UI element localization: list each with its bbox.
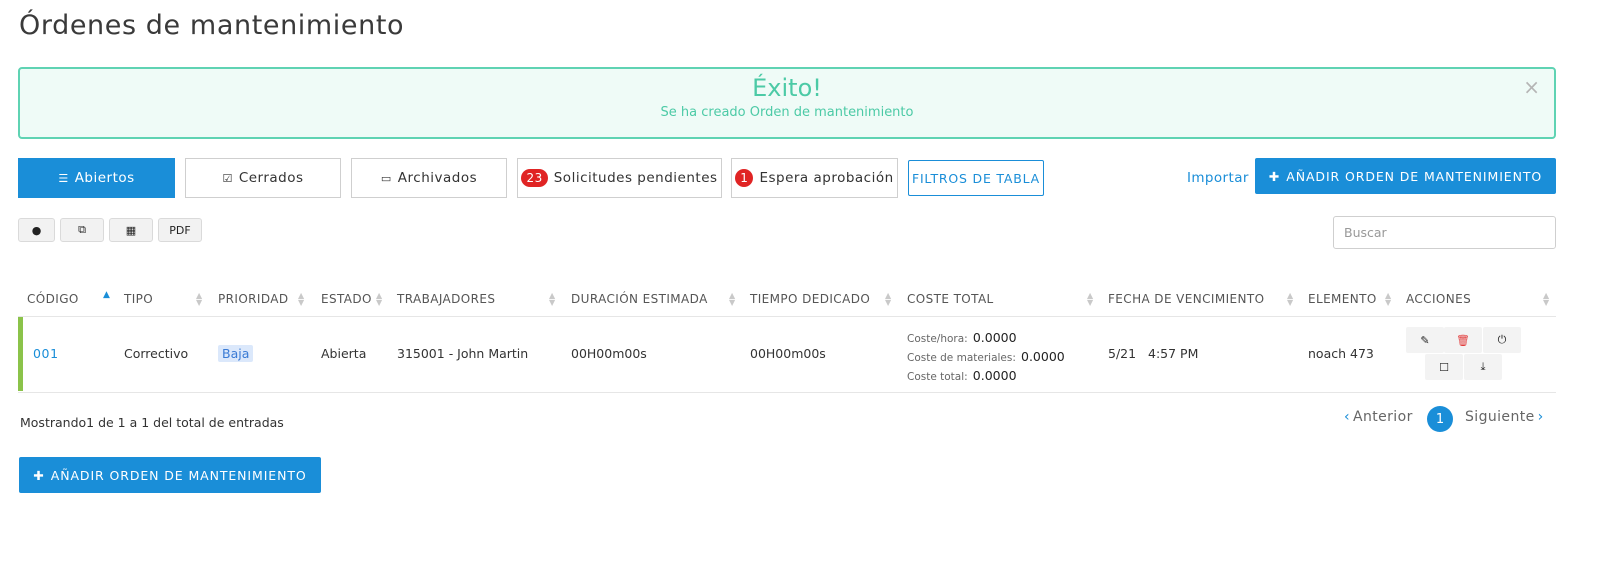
inbox-icon: ▭ — [380, 171, 392, 185]
sort-icon[interactable]: ▲ ▼ — [1287, 292, 1293, 307]
archive-icon: ☐ — [1439, 360, 1449, 374]
column-header-duracion-estimada[interactable]: DURACIÓN ESTIMADA — [571, 292, 708, 306]
approval-count-badge: 1 — [735, 169, 754, 187]
tab-solicitudes-pendientes[interactable]: 23 Solicitudes pendientes — [517, 158, 722, 198]
column-visibility-button[interactable]: ● — [18, 218, 55, 242]
tab-label: Cerrados — [238, 170, 304, 186]
eye-icon: ● — [31, 223, 42, 237]
checkbox-icon: ☑ — [222, 171, 233, 185]
excel-button[interactable]: ▦ — [109, 218, 153, 242]
pagination-next[interactable]: Siguiente › — [1465, 409, 1544, 425]
power-icon: ⏻ — [1497, 333, 1507, 346]
close-icon[interactable]: × — [1523, 77, 1540, 97]
next-label: Siguiente — [1465, 409, 1535, 425]
sort-icon[interactable]: ▲ ▼ — [1543, 292, 1549, 307]
column-header-tiempo-dedicado[interactable]: TIEMPO DEDICADO — [750, 292, 870, 306]
edit-icon: ✎ — [1420, 333, 1430, 347]
sort-ascending-icon[interactable]: ▲ — [103, 290, 110, 300]
order-workers: 315001 - John Martin — [397, 346, 529, 361]
search-input[interactable] — [1333, 216, 1556, 249]
total-cost-value: 0.0000 — [972, 368, 1017, 383]
copy-icon: ⧉ — [78, 223, 86, 236]
sort-icon[interactable]: ▲ ▼ — [196, 292, 202, 307]
tab-cerrados[interactable]: ☑ Cerrados — [185, 158, 341, 198]
column-header-prioridad[interactable]: PRIORIDAD — [218, 292, 289, 306]
sort-icon[interactable]: ▲ ▼ — [376, 292, 382, 307]
sort-icon[interactable]: ▲ ▼ — [729, 292, 735, 307]
tab-label: Solicitudes pendientes — [553, 170, 718, 186]
materials-cost-label: Coste de materiales: — [907, 352, 1016, 364]
materials-cost: Coste de materiales: 0.0000 — [907, 346, 1065, 365]
add-order-button-bottom[interactable]: ✚ AÑADIR ORDEN DE MANTENIMIENTO — [19, 457, 321, 493]
materials-cost-value: 0.0000 — [1021, 349, 1065, 364]
cost-per-hour-value: 0.0000 — [972, 330, 1017, 345]
list-icon: ☰ — [58, 171, 69, 185]
tab-label: Espera aprobación — [759, 170, 894, 186]
sort-icon[interactable]: ▲ ▼ — [1385, 292, 1391, 307]
alert-title: Éxito! — [752, 74, 822, 102]
order-code-link[interactable]: 001 — [33, 346, 59, 361]
total-cost: Coste total: 0.0000 — [907, 365, 1017, 384]
edit-button[interactable]: ✎ — [1406, 327, 1444, 353]
column-header-elemento[interactable]: ELEMENTO — [1308, 292, 1377, 306]
cost-per-hour-label: Coste/hora: — [907, 333, 968, 345]
add-order-label: AÑADIR ORDEN DE MANTENIMIENTO — [1286, 168, 1543, 184]
table-info: Mostrando1 de 1 a 1 del total de entrada… — [20, 415, 284, 430]
sort-icon[interactable]: ▲ ▼ — [1087, 292, 1093, 307]
download-icon: ⤓ — [1480, 360, 1486, 373]
order-element: noach 473 — [1308, 346, 1374, 361]
column-header-tipo[interactable]: TIPO — [124, 292, 153, 306]
tab-espera-aprobacion[interactable]: 1 Espera aprobación — [731, 158, 898, 198]
column-header-trabajadores[interactable]: TRABAJADORES — [397, 292, 495, 306]
chevron-left-icon: ‹ — [1344, 409, 1350, 425]
delete-button[interactable]: 🗑 — [1444, 327, 1482, 353]
due-date: 5/21 4:57 PM — [1108, 346, 1199, 361]
column-header-fecha-vencimiento[interactable]: FECHA DE VENCIMIENTO — [1108, 292, 1264, 306]
page-title: Órdenes de mantenimiento — [19, 10, 405, 41]
order-status: Abierta — [321, 346, 367, 361]
success-alert: Éxito! Se ha creado Orden de mantenimien… — [18, 67, 1556, 139]
priority-badge: Baja — [218, 345, 254, 362]
alert-message: Se ha creado Orden de mantenimiento — [660, 105, 914, 120]
table-bottom-divider — [18, 392, 1556, 393]
tab-abiertos[interactable]: ☰ Abiertos — [18, 158, 175, 198]
column-header-acciones[interactable]: ACCIONES — [1406, 292, 1471, 306]
order-type: Correctivo — [124, 346, 189, 361]
trash-icon: 🗑 — [1456, 333, 1470, 347]
table-header-divider — [18, 316, 1556, 317]
column-header-estado[interactable]: ESTADO — [321, 292, 372, 306]
cost-per-hour: Coste/hora: 0.0000 — [907, 327, 1017, 346]
copy-button[interactable]: ⧉ — [60, 218, 104, 242]
tab-label: Abiertos — [74, 170, 135, 186]
pagination-page-1[interactable]: 1 — [1427, 406, 1453, 432]
previous-label: Anterior — [1353, 409, 1413, 425]
add-order-button[interactable]: ✚ AÑADIR ORDEN DE MANTENIMIENTO — [1255, 158, 1556, 194]
download-button[interactable]: ⤓ — [1464, 354, 1502, 380]
sort-icon[interactable]: ▲ ▼ — [885, 292, 891, 307]
priority-label: Baja — [218, 345, 254, 362]
import-link[interactable]: Importar — [1187, 170, 1249, 186]
pagination-previous[interactable]: ‹ Anterior — [1344, 409, 1413, 425]
plus-icon: ✚ — [33, 467, 45, 483]
total-cost-label: Coste total: — [907, 371, 968, 383]
plus-icon: ✚ — [1268, 168, 1281, 184]
tab-archivados[interactable]: ▭ Archivados — [351, 158, 507, 198]
sort-icon[interactable]: ▲ ▼ — [549, 292, 555, 307]
archive-button[interactable]: ☐ — [1425, 354, 1463, 380]
table-filters-button[interactable]: FILTROS DE TABLA — [908, 160, 1044, 196]
tab-label: Archivados — [397, 170, 478, 186]
chevron-right-icon: › — [1537, 409, 1544, 425]
pending-count-badge: 23 — [521, 169, 548, 187]
column-header-codigo[interactable]: CÓDIGO — [27, 292, 79, 306]
pdf-button[interactable]: PDF — [158, 218, 202, 242]
sort-icon[interactable]: ▲ ▼ — [298, 292, 304, 307]
column-header-coste-total[interactable]: COSTE TOTAL — [907, 292, 994, 306]
table-icon: ▦ — [125, 223, 137, 237]
add-order-label: AÑADIR ORDEN DE MANTENIMIENTO — [50, 467, 307, 483]
close-order-button[interactable]: ⏻ — [1483, 327, 1521, 353]
time-spent: 00H00m00s — [750, 346, 826, 361]
estimated-duration: 00H00m00s — [571, 346, 647, 361]
row-status-indicator — [18, 317, 23, 391]
